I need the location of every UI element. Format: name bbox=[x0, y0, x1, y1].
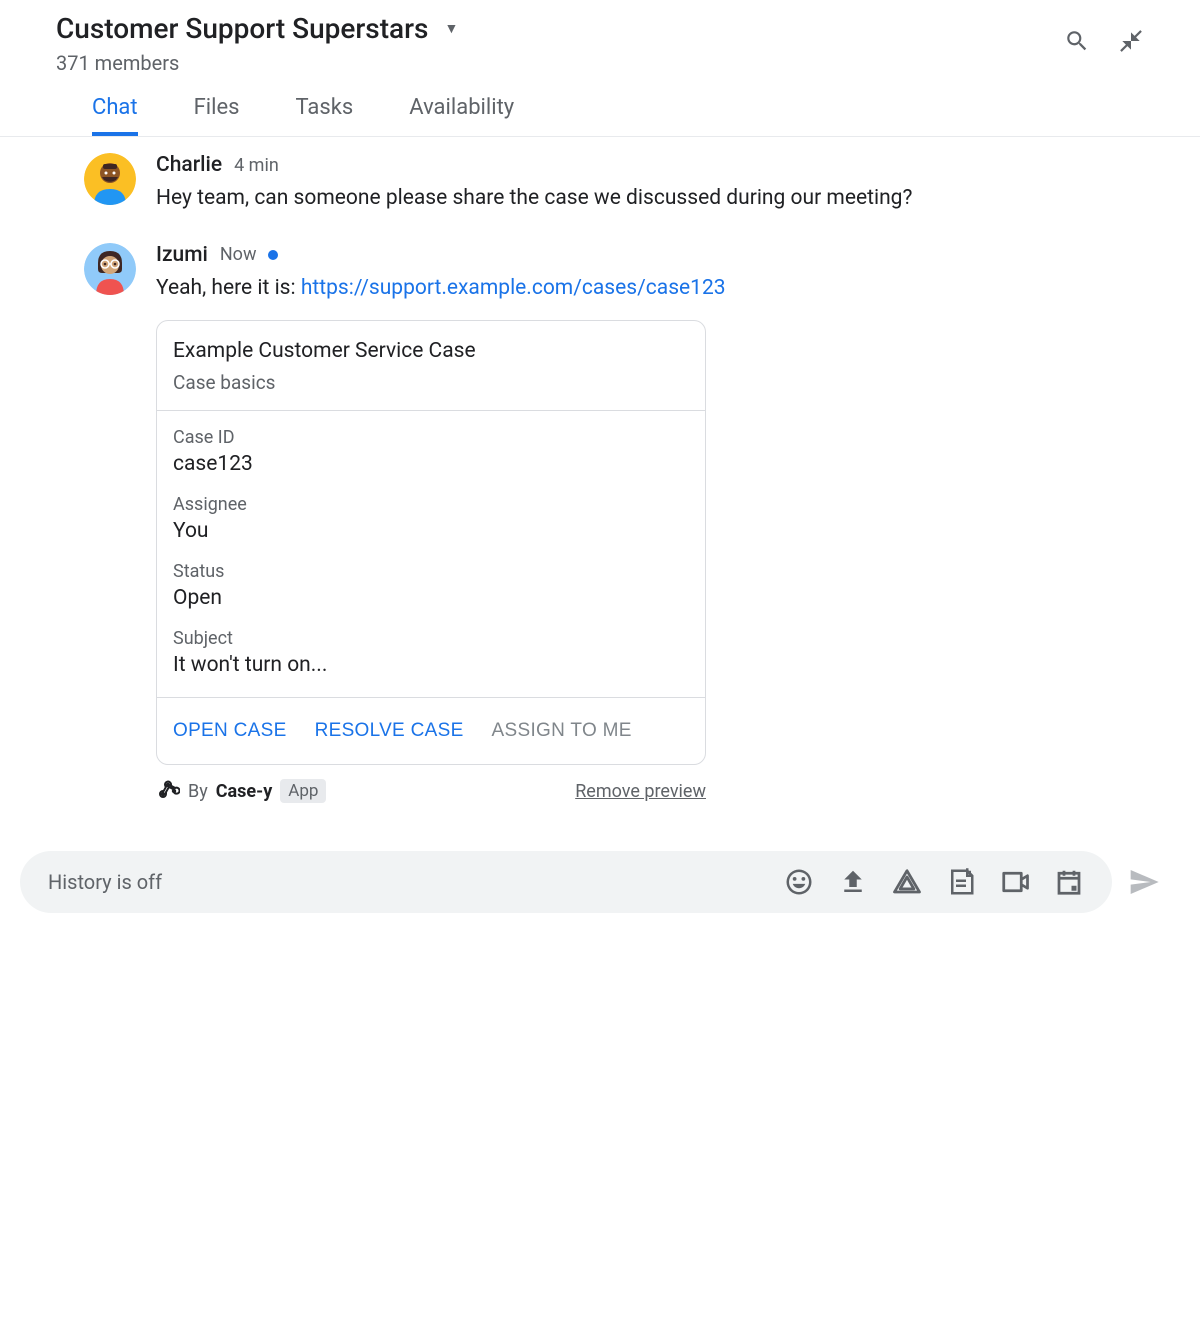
remove-preview-link[interactable]: Remove preview bbox=[575, 781, 706, 802]
collapse-icon[interactable] bbox=[1118, 28, 1144, 54]
member-count: 371 members bbox=[56, 51, 1064, 75]
avatar bbox=[84, 243, 136, 295]
field-value: Open bbox=[173, 586, 689, 610]
field-label: Assignee bbox=[173, 494, 689, 515]
assign-to-me-button[interactable]: ASSIGN TO ME bbox=[492, 720, 632, 742]
video-icon[interactable] bbox=[1000, 867, 1030, 897]
tabs-bar: Chat Files Tasks Availability bbox=[0, 75, 1200, 137]
field-value: It won't turn on... bbox=[173, 653, 689, 677]
card-attribution: By Case-y App bbox=[156, 779, 326, 803]
attribution-app-name: Case-y bbox=[216, 781, 273, 802]
card-title: Example Customer Service Case bbox=[173, 339, 689, 363]
avatar bbox=[84, 153, 136, 205]
field-label: Subject bbox=[173, 628, 689, 649]
message-author: Charlie bbox=[156, 153, 222, 177]
webhook-icon bbox=[156, 779, 180, 803]
resolve-case-button[interactable]: RESOLVE CASE bbox=[315, 720, 464, 742]
search-icon[interactable] bbox=[1064, 28, 1090, 54]
field-label: Status bbox=[173, 561, 689, 582]
attribution-prefix: By bbox=[188, 781, 208, 802]
status-indicator-icon bbox=[268, 250, 278, 260]
field-label: Case ID bbox=[173, 427, 689, 448]
upload-icon[interactable] bbox=[838, 867, 868, 897]
message-text: Yeah, here it is: https://support.exampl… bbox=[156, 273, 1144, 305]
space-title-row[interactable]: Customer Support Superstars ▼ bbox=[56, 12, 1064, 45]
send-icon[interactable] bbox=[1128, 866, 1160, 898]
chevron-down-icon: ▼ bbox=[444, 20, 458, 37]
open-case-button[interactable]: OPEN CASE bbox=[173, 720, 287, 742]
field-value: You bbox=[173, 519, 689, 543]
case-link[interactable]: https://support.example.com/cases/case12… bbox=[301, 276, 726, 300]
preview-card: Example Customer Service Case Case basic… bbox=[156, 320, 706, 765]
tab-chat[interactable]: Chat bbox=[92, 95, 138, 136]
message-composer[interactable]: History is off bbox=[20, 851, 1112, 913]
tab-availability[interactable]: Availability bbox=[409, 95, 514, 136]
field-value: case123 bbox=[173, 452, 689, 476]
chat-message: Charlie 4 min Hey team, can someone plea… bbox=[84, 153, 1144, 215]
emoji-icon[interactable] bbox=[784, 867, 814, 897]
docs-icon[interactable] bbox=[946, 867, 976, 897]
app-badge: App bbox=[280, 779, 326, 803]
message-time: Now bbox=[220, 244, 257, 265]
chat-message: Izumi Now Yeah, here it is: https://supp… bbox=[84, 243, 1144, 804]
card-subtitle: Case basics bbox=[173, 371, 689, 394]
tab-tasks[interactable]: Tasks bbox=[296, 95, 354, 136]
message-text-prefix: Yeah, here it is: bbox=[156, 276, 301, 300]
drive-icon[interactable] bbox=[892, 867, 922, 897]
calendar-icon[interactable] bbox=[1054, 867, 1084, 897]
message-text: Hey team, can someone please share the c… bbox=[156, 183, 1144, 215]
message-time: 4 min bbox=[234, 155, 279, 176]
message-author: Izumi bbox=[156, 243, 208, 267]
space-title: Customer Support Superstars bbox=[56, 12, 428, 45]
tab-files[interactable]: Files bbox=[194, 95, 240, 136]
composer-placeholder: History is off bbox=[48, 870, 760, 894]
